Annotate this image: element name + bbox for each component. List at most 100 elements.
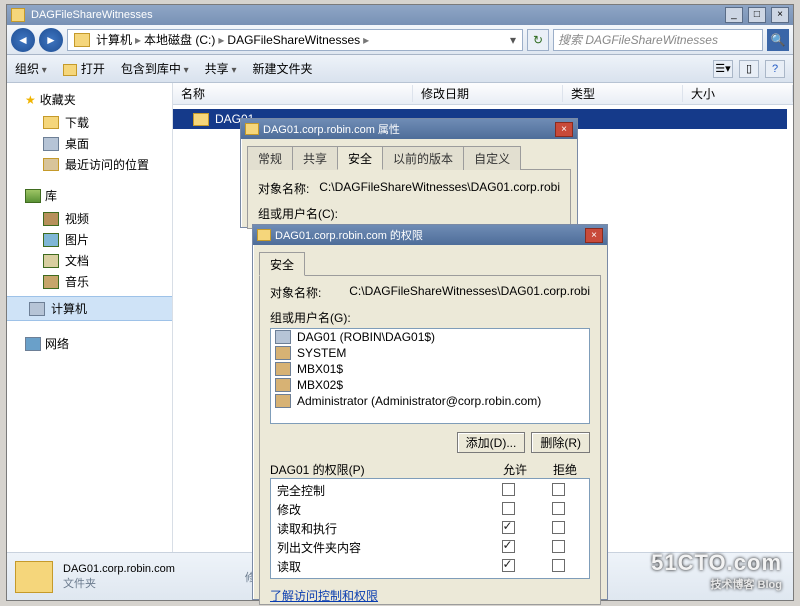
add-button[interactable]: 添加(D)... — [457, 432, 526, 453]
user-icon — [275, 346, 291, 360]
permissions-dialog: DAG01.corp.robin.com 的权限 × 安全 对象名称: C:\D… — [252, 224, 608, 600]
column-allow: 允许 — [490, 461, 540, 478]
video-icon — [43, 212, 59, 226]
document-icon — [43, 254, 59, 268]
include-menu[interactable]: 包含到库中 — [121, 60, 189, 77]
organize-menu[interactable]: 组织 — [15, 60, 47, 77]
sidebar-item-videos[interactable]: 视频 — [7, 208, 172, 229]
groups-label-cut: 组或用户名(C): — [258, 205, 338, 222]
refresh-button[interactable]: ↻ — [527, 29, 549, 51]
breadcrumb[interactable]: 本地磁盘 (C:) — [142, 31, 217, 48]
sidebar-item-pictures[interactable]: 图片 — [7, 229, 172, 250]
users-listbox[interactable]: DAG01 (ROBIN\DAG01$) SYSTEM MBX01$ MBX02… — [270, 328, 590, 424]
tab-security[interactable]: 安全 — [259, 252, 305, 276]
column-name[interactable]: 名称 — [173, 85, 413, 102]
object-name-value: C:\DAGFileShareWitnesses\DAG01.corp.robi — [319, 180, 560, 197]
help-icon[interactable]: ? — [765, 60, 785, 78]
breadcrumb[interactable]: DAGFileShareWitnesses — [225, 33, 362, 47]
open-button[interactable]: 打开 — [63, 60, 105, 77]
close-button[interactable]: × — [555, 122, 573, 137]
permissions-listbox[interactable]: 完全控制 修改 读取和执行 列出文件夹内容 读取 — [270, 478, 590, 579]
allow-checkbox[interactable] — [502, 502, 515, 515]
star-icon: ★ — [25, 93, 36, 107]
dialog-titlebar[interactable]: DAG01.corp.robin.com 属性 × — [241, 119, 577, 139]
folder-icon — [15, 561, 53, 593]
object-name-label: 对象名称: — [258, 180, 319, 197]
user-icon — [275, 378, 291, 392]
chevron-right-icon[interactable]: ▸ — [134, 33, 142, 47]
sidebar-item-downloads[interactable]: 下载 — [7, 112, 172, 133]
window-titlebar[interactable]: DAGFileShareWitnesses _ □ × — [7, 5, 793, 25]
tab-sharing[interactable]: 共享 — [292, 146, 338, 170]
perm-row: 列出文件夹内容 — [277, 538, 583, 557]
user-icon — [275, 362, 291, 376]
picture-icon — [43, 233, 59, 247]
sidebar-item-recent[interactable]: 最近访问的位置 — [7, 154, 172, 175]
breadcrumb[interactable]: 计算机 — [94, 31, 134, 48]
tab-pane: 对象名称: C:\DAGFileShareWitnesses\DAG01.cor… — [247, 169, 571, 229]
column-type[interactable]: 类型 — [563, 85, 683, 102]
dialog-title: DAG01.corp.robin.com 的权限 — [275, 227, 423, 243]
minimize-button[interactable]: _ — [725, 7, 743, 23]
window-controls: _ □ × — [723, 7, 789, 23]
close-button[interactable]: × — [771, 7, 789, 23]
deny-checkbox[interactable] — [552, 483, 565, 496]
allow-checkbox[interactable] — [502, 559, 515, 572]
permissions-header: DAG01 的权限(P) — [270, 461, 490, 478]
view-menu-icon[interactable]: ☰▾ — [713, 60, 733, 78]
address-bar-row: ◄ ► 计算机 ▸ 本地磁盘 (C:) ▸ DAGFileShareWitnes… — [7, 25, 793, 55]
close-button[interactable]: × — [585, 228, 603, 243]
window-title: DAGFileShareWitnesses — [31, 9, 153, 21]
column-size[interactable]: 大小 — [683, 85, 793, 102]
remove-button[interactable]: 删除(R) — [531, 432, 590, 453]
tab-general[interactable]: 常规 — [247, 146, 293, 170]
chevron-right-icon[interactable]: ▸ — [217, 33, 225, 47]
share-menu[interactable]: 共享 — [205, 60, 237, 77]
object-name-value: C:\DAGFileShareWitnesses\DAG01.corp.robi — [349, 284, 590, 301]
folder-icon — [11, 8, 25, 22]
learn-access-control-link[interactable]: 了解访问控制和权限 — [270, 589, 378, 603]
allow-checkbox[interactable] — [502, 540, 515, 553]
column-headers[interactable]: 名称 修改日期 类型 大小 — [173, 83, 793, 105]
selected-item-name: DAG01.corp.robin.com — [63, 563, 175, 575]
address-bar[interactable]: 计算机 ▸ 本地磁盘 (C:) ▸ DAGFileShareWitnesses … — [67, 29, 523, 51]
search-input[interactable]: 搜索 DAGFileShareWitnesses — [553, 29, 763, 51]
properties-dialog: DAG01.corp.robin.com 属性 × 常规 共享 安全 以前的版本… — [240, 118, 578, 228]
favorites-header[interactable]: ★收藏夹 — [7, 89, 172, 112]
tab-previous-versions[interactable]: 以前的版本 — [382, 146, 464, 170]
network-icon — [25, 337, 41, 351]
back-button[interactable]: ◄ — [11, 28, 35, 52]
allow-checkbox[interactable] — [502, 521, 515, 534]
forward-button[interactable]: ► — [39, 28, 63, 52]
sidebar-item-network[interactable]: 网络 — [7, 333, 172, 356]
tab-security[interactable]: 安全 — [337, 146, 383, 170]
perm-row: 完全控制 — [277, 481, 583, 500]
sidebar-item-computer[interactable]: 计算机 — [7, 296, 172, 321]
sidebar-item-music[interactable]: 音乐 — [7, 271, 172, 292]
deny-checkbox[interactable] — [552, 502, 565, 515]
new-folder-button[interactable]: 新建文件夹 — [253, 60, 313, 77]
deny-checkbox[interactable] — [552, 559, 565, 572]
maximize-button[interactable]: □ — [748, 7, 766, 23]
address-dropdown-icon[interactable]: ▾ — [506, 33, 520, 47]
search-button[interactable]: 🔍 — [767, 29, 789, 51]
sidebar-item-documents[interactable]: 文档 — [7, 250, 172, 271]
deny-checkbox[interactable] — [552, 521, 565, 534]
object-name-label: 对象名称: — [270, 284, 349, 301]
chevron-right-icon[interactable]: ▸ — [362, 33, 370, 47]
libraries-header[interactable]: 库 — [7, 185, 172, 208]
deny-checkbox[interactable] — [552, 540, 565, 553]
allow-checkbox[interactable] — [502, 483, 515, 496]
list-item: DAG01 (ROBIN\DAG01$) — [271, 329, 589, 345]
sidebar-item-desktop[interactable]: 桌面 — [7, 133, 172, 154]
user-icon — [275, 394, 291, 408]
preview-pane-icon[interactable]: ▯ — [739, 60, 759, 78]
navigation-pane: ★收藏夹 下载 桌面 最近访问的位置 库 视频 图片 文档 音乐 计算机 网络 — [7, 83, 173, 600]
perm-row: 读取 — [277, 557, 583, 576]
groups-label: 组或用户名(G): — [270, 309, 590, 326]
perm-row: 修改 — [277, 500, 583, 519]
dialog-titlebar[interactable]: DAG01.corp.robin.com 的权限 × — [253, 225, 607, 245]
column-date[interactable]: 修改日期 — [413, 85, 563, 102]
library-icon — [25, 189, 41, 203]
tab-customize[interactable]: 自定义 — [463, 146, 521, 170]
